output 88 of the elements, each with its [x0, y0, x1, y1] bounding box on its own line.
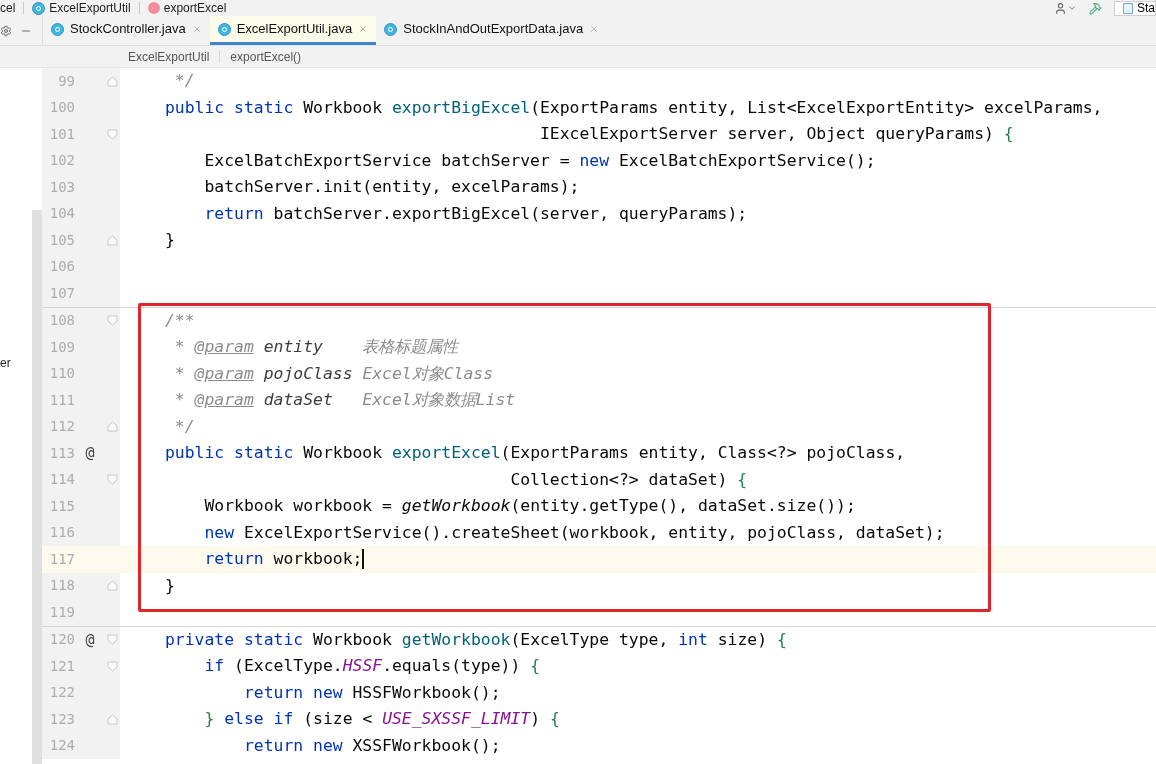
code-line: Collection<?> dataSet) { — [509, 471, 748, 488]
code-line: ExcelBatchExportService batchServer = new ExcelBatchExportService(); — [203, 152, 876, 169]
class-icon — [217, 22, 231, 36]
breadcrumb-item[interactable]: ExcelExportUtil — [128, 47, 210, 66]
fold-icon[interactable] — [107, 634, 118, 646]
code-line: batchServer.init(entity, excelParams); — [203, 179, 580, 196]
settings-icon[interactable] — [0, 24, 12, 37]
line-number: 110 — [48, 364, 75, 384]
breadcrumb-item[interactable]: cel — [0, 2, 16, 14]
gutter-marker[interactable]: @ — [85, 628, 95, 651]
class-icon — [384, 22, 398, 36]
code-line: * @param entity 表格标题属性 — [173, 339, 459, 356]
code-line: */ — [173, 418, 195, 435]
editor-tab[interactable]: StockController.java — [43, 16, 210, 45]
class-icon — [32, 1, 46, 15]
text-cursor — [362, 549, 365, 570]
breadcrumb-item[interactable]: exportExcel() — [230, 47, 302, 66]
code-line: } else if (size < USE_SXSSF_LIMIT) { — [203, 711, 560, 728]
line-number: 113 — [48, 443, 75, 463]
fold-icon[interactable] — [107, 580, 118, 592]
code-line: * @param pojoClass Excel对象Class — [173, 365, 494, 382]
code-line: /** — [165, 312, 195, 329]
fold-icon[interactable] — [107, 660, 118, 672]
run-config-selector[interactable]: Sta — [1114, 0, 1156, 16]
code-line: Workbook workbook = getWorkbook(entity.getType(), dataSet.size()); — [203, 498, 856, 515]
code-line: public static Workbook exportBigExcel(ExportParams entity, List<ExcelExportEntity> excelParams, — [165, 99, 1103, 116]
line-number: 106 — [48, 257, 75, 277]
class-icon — [51, 22, 64, 36]
tab-label: StockInAndOutExportData.java — [403, 20, 584, 39]
line-number: 119 — [48, 602, 75, 622]
line-number: 118 — [48, 576, 75, 596]
close-icon[interactable] — [589, 24, 600, 34]
method-icon — [147, 2, 160, 14]
line-number: 120 — [48, 630, 75, 650]
line-number: 117 — [48, 549, 75, 569]
code-line: private static Workbook getWorkbook(ExcelType type, int size) { — [165, 631, 787, 648]
code-line: } — [165, 232, 175, 249]
tab-label: StockController.java — [70, 20, 186, 39]
code-line: public static Workbook exportExcel(ExportParams entity, Class<?> pojoClass, — [165, 445, 906, 462]
line-number: 102 — [48, 151, 75, 171]
code-line: IExcelExportServer server, Object queryParams) { — [538, 126, 1014, 143]
line-number: 104 — [48, 204, 75, 224]
line-number: 123 — [48, 709, 75, 729]
fold-icon[interactable] — [107, 128, 118, 140]
editor-tab[interactable]: ExcelExportUtil.java — [209, 16, 377, 45]
code-line: if (ExcelType.HSSF.equals(type)) { — [203, 658, 541, 675]
code-line: new ExcelExportService().createSheet(workbook, entity, pojoClass, dataSet); — [203, 524, 945, 541]
panel-text: er — [0, 355, 11, 372]
code-line: * @param dataSet Excel对象数据List — [173, 392, 516, 409]
close-icon[interactable] — [358, 24, 369, 34]
line-number: 108 — [48, 311, 75, 331]
close-icon[interactable] — [191, 24, 202, 34]
tab-label: ExcelExportUtil.java — [236, 20, 353, 39]
line-number: 114 — [48, 470, 75, 490]
code-line: */ — [173, 73, 195, 90]
line-number: 112 — [48, 417, 75, 437]
file-icon — [1123, 2, 1133, 14]
fold-icon[interactable] — [107, 474, 118, 486]
line-number: 105 — [48, 230, 75, 250]
line-number: 124 — [48, 736, 75, 756]
hammer-icon[interactable] — [1089, 1, 1102, 15]
line-number: 116 — [48, 523, 75, 543]
line-number: 101 — [48, 124, 75, 144]
line-number: 115 — [48, 496, 75, 516]
line-number: 99 — [57, 71, 75, 91]
fold-icon[interactable] — [107, 315, 118, 327]
code-line: return batchServer.exportBigExcel(server, queryParams); — [203, 205, 748, 222]
line-number: 122 — [48, 683, 75, 703]
fold-icon[interactable] — [107, 421, 118, 433]
fold-icon[interactable] — [107, 234, 118, 246]
code-line: return new HSSFWorkbook(); — [242, 684, 501, 701]
caret-icon[interactable] — [1067, 3, 1077, 13]
fold-icon[interactable] — [107, 713, 118, 725]
editor-tab[interactable]: StockInAndOutExportData.java — [376, 16, 608, 45]
gutter-marker[interactable]: @ — [85, 442, 95, 465]
line-number: 111 — [48, 390, 75, 410]
user-icon[interactable] — [1054, 1, 1067, 15]
line-number: 107 — [48, 283, 75, 303]
line-number: 103 — [48, 177, 75, 197]
code-line: } — [165, 577, 175, 594]
line-number: 109 — [48, 337, 75, 357]
breadcrumb-item[interactable]: ExcelExportUtil — [49, 2, 131, 14]
line-number: 100 — [48, 98, 75, 118]
code-line: return new XSSFWorkbook(); — [242, 737, 501, 754]
breadcrumb-item[interactable]: exportExcel — [163, 2, 227, 14]
fold-icon[interactable] — [107, 75, 118, 87]
code-line: return workbook; — [203, 551, 363, 568]
line-number: 121 — [48, 656, 75, 676]
